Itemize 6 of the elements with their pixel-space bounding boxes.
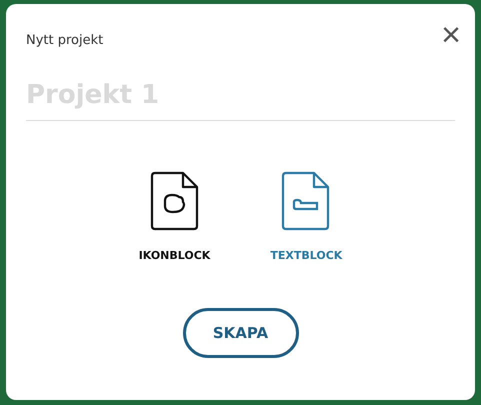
- dialog-title: Nytt projekt: [26, 33, 104, 48]
- document-shape-icon: [148, 171, 201, 231]
- close-button[interactable]: ×: [441, 18, 461, 52]
- create-button[interactable]: SKAPA: [182, 308, 298, 358]
- option-button[interactable]: TEXTBLOCK: [270, 171, 342, 262]
- option-button[interactable]: IKONBLOCK: [138, 171, 210, 262]
